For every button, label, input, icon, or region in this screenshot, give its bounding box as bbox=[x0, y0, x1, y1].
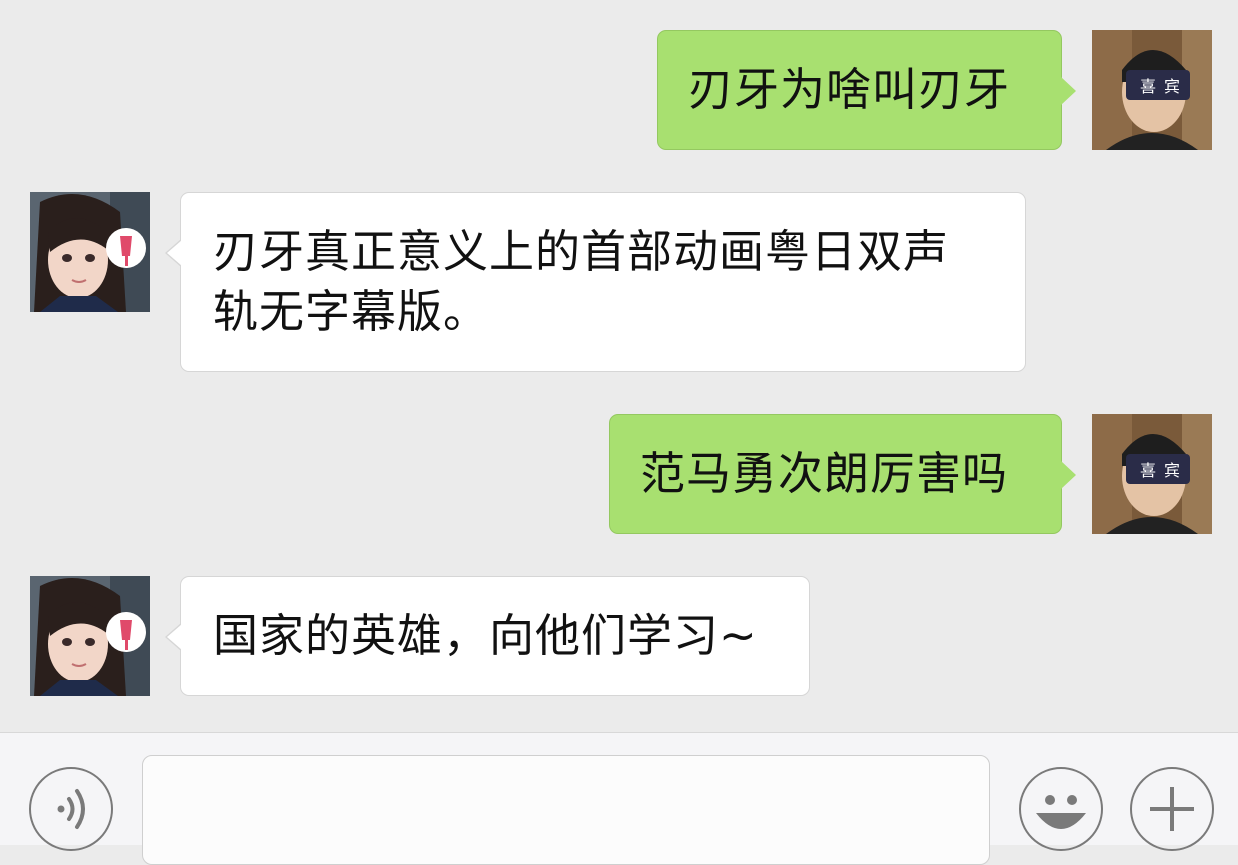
mask-text-left: 喜 bbox=[1140, 77, 1156, 96]
outgoing-message-bubble[interactable]: 刃牙为啥叫刃牙 bbox=[657, 30, 1076, 150]
contact-avatar[interactable] bbox=[30, 576, 150, 696]
message-text: 刃牙为啥叫刃牙 bbox=[688, 63, 1011, 116]
mask-text-right: 宾 bbox=[1164, 77, 1180, 96]
voice-button[interactable] bbox=[29, 767, 113, 851]
mask-text-right: 宾 bbox=[1164, 461, 1180, 480]
input-bar bbox=[0, 732, 1238, 865]
message-input[interactable] bbox=[142, 755, 990, 865]
my-avatar[interactable]: 喜 宾 bbox=[1092, 30, 1212, 150]
emoji-icon bbox=[1036, 795, 1086, 829]
message-text: 范马勇次朗厉害吗 bbox=[640, 447, 1009, 500]
contact-avatar[interactable] bbox=[30, 192, 150, 312]
plus-icon bbox=[1150, 787, 1194, 831]
more-button[interactable] bbox=[1130, 767, 1214, 851]
voice-icon bbox=[57, 789, 85, 829]
outgoing-message-bubble[interactable]: 范马勇次朗厉害吗 bbox=[609, 414, 1076, 534]
my-avatar[interactable]: 喜 宾 bbox=[1092, 414, 1212, 534]
message-text: 刃牙真正意义上的首部动画粤日双声轨无字幕版。 bbox=[213, 225, 950, 338]
message-text: 国家的英雄，向他们学习~ bbox=[213, 609, 758, 662]
emoji-button[interactable] bbox=[1019, 767, 1103, 851]
mask-text-left: 喜 bbox=[1140, 461, 1156, 480]
incoming-message-bubble[interactable]: 刃牙真正意义上的首部动画粤日双声轨无字幕版。 bbox=[165, 192, 1026, 372]
incoming-message-bubble[interactable]: 国家的英雄，向他们学习~ bbox=[165, 576, 810, 696]
chat-message-list[interactable]: 刃牙为啥叫刃牙 喜 宾 刃牙真正意义上的首部动画粤日双声轨无字幕版。 范马勇次朗… bbox=[0, 0, 1238, 732]
